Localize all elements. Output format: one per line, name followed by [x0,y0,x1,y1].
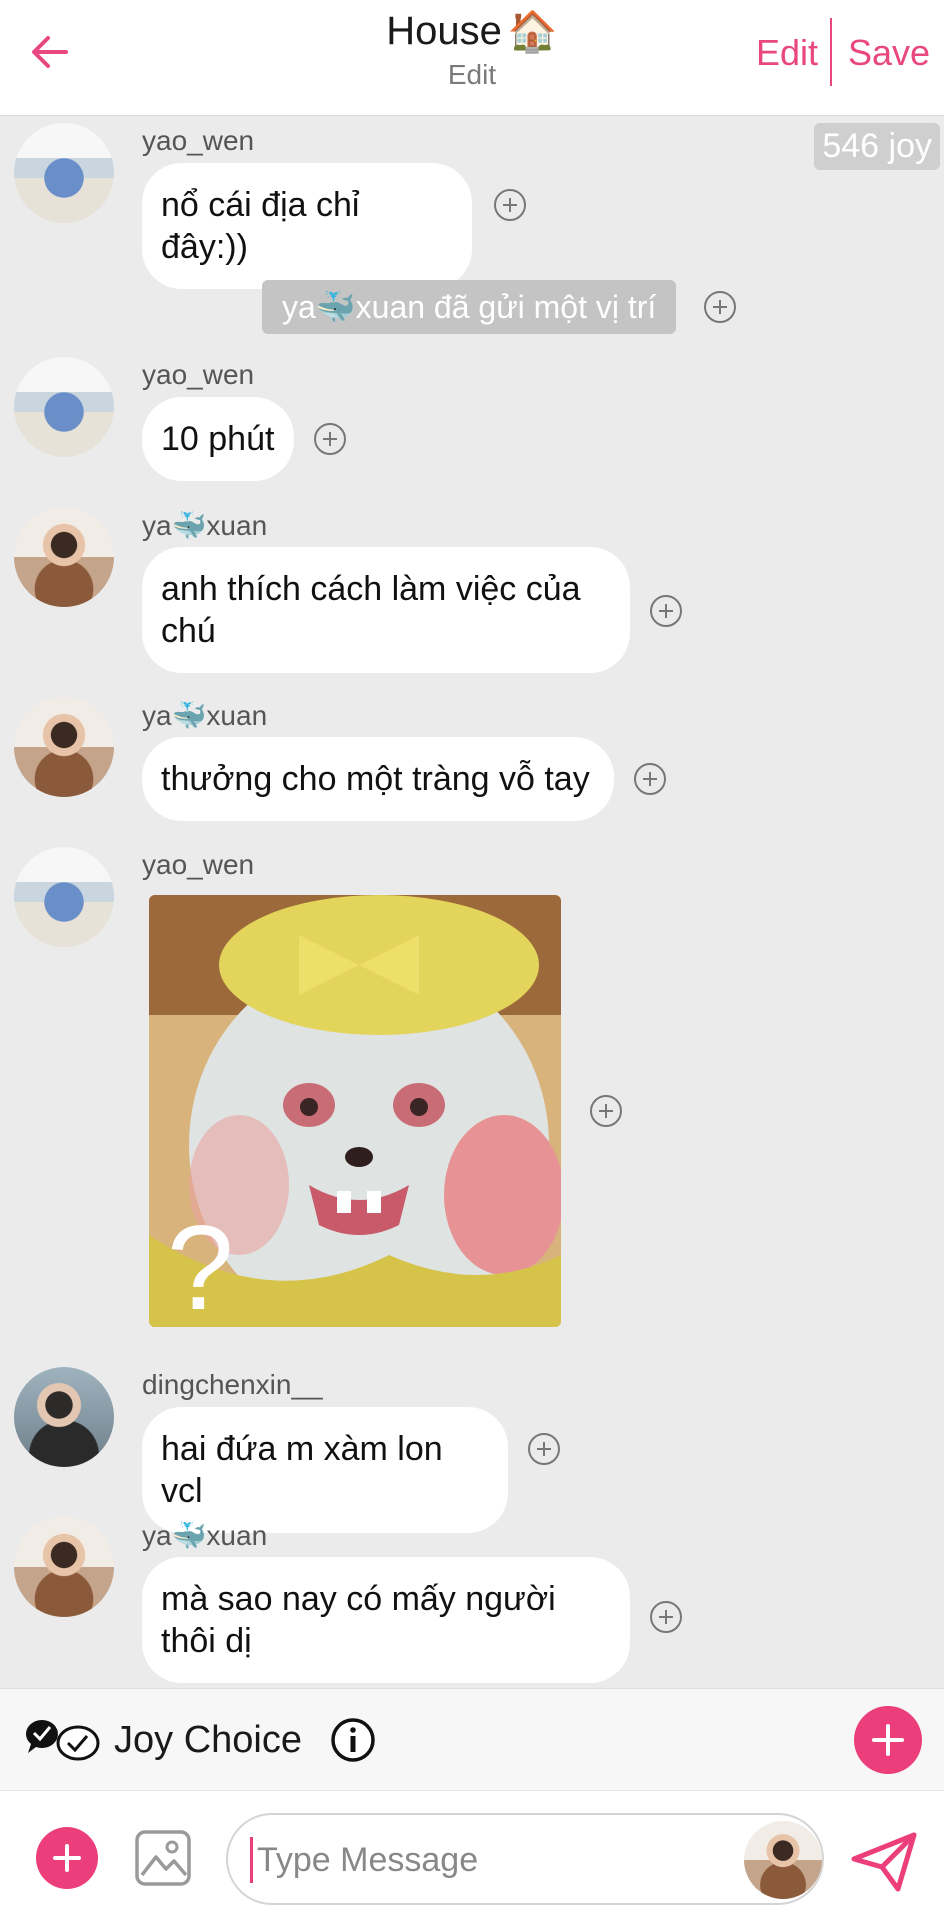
message-composer [0,1790,944,1920]
add-reaction-icon[interactable] [314,423,346,455]
joy-choice-add-button[interactable] [854,1706,922,1774]
avatar[interactable] [14,507,114,607]
chat-list[interactable]: 546 joy yao_wen nổ cái địa chỉ đây:)) ya… [0,117,944,1688]
message-username: yao_wen [142,359,255,390]
add-reaction-icon[interactable] [634,763,666,795]
app-header: House 🏠 Edit Edit Save [0,0,944,116]
message-bubble[interactable]: anh thích cách làm việc của chú [142,547,630,673]
message-bubble[interactable]: thưởng cho một tràng vỗ tay [142,737,614,821]
add-reaction-icon[interactable] [704,291,736,323]
add-reaction-icon[interactable] [494,189,526,221]
message-username: dingchenxin__ [142,1369,323,1400]
joy-choice-icon [25,1720,100,1761]
send-icon[interactable] [850,1831,918,1893]
joy-count-badge: 546 joy [814,123,940,170]
question-mark-sticker[interactable]: ? [149,895,561,1327]
title-text: House [386,9,502,53]
page-title: House 🏠 [386,8,557,55]
message-bubble[interactable]: hai đứa m xàm lon vcl [142,1407,508,1533]
add-attachment-button[interactable] [36,1827,98,1889]
message-bubble[interactable]: 10 phút [142,397,294,481]
message-field[interactable] [226,1813,824,1905]
message-bubble[interactable]: mà sao nay có mấy người thôi dị [142,1557,630,1683]
header-divider [830,18,832,86]
add-reaction-icon[interactable] [590,1095,622,1127]
message-username: ya🐳xuan [142,700,268,731]
avatar[interactable] [14,1367,114,1467]
message-username: yao_wen [142,849,255,880]
avatar[interactable] [14,1517,114,1617]
add-reaction-icon[interactable] [650,595,682,627]
avatar[interactable] [744,1821,822,1899]
system-message: ya🐳xuan đã gửi một vị trí [262,280,677,334]
sticker-question-mark: ? [167,1201,234,1327]
message-input[interactable] [250,1837,710,1883]
house-icon: 🏠 [507,10,558,54]
back-arrow-icon[interactable] [28,30,72,74]
add-reaction-icon[interactable] [650,1601,682,1633]
message-username: yao_wen [142,125,255,156]
avatar[interactable] [14,357,114,457]
message-bubble[interactable]: nổ cái địa chỉ đây:)) [142,163,472,289]
joy-choice-label: Joy Choice [114,1719,302,1761]
add-reaction-icon[interactable] [528,1433,560,1465]
save-button[interactable]: Save [848,32,930,74]
page-subtitle: Edit [447,59,497,90]
joy-choice-bar: Joy Choice [0,1688,944,1790]
edit-button[interactable]: Edit [756,32,818,74]
avatar[interactable] [14,847,114,947]
info-icon[interactable] [330,1717,376,1763]
avatar[interactable] [14,697,114,797]
avatar[interactable] [14,123,114,223]
message-username: ya🐳xuan [142,1520,268,1551]
image-icon[interactable] [134,1829,192,1887]
message-username: ya🐳xuan [142,510,268,541]
